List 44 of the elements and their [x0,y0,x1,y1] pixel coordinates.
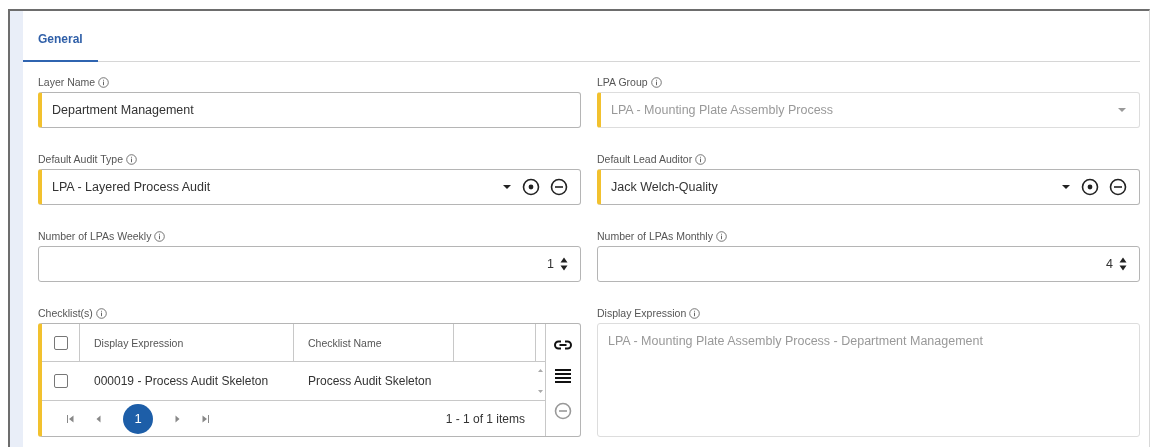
tab[interactable]: General [23,32,98,62]
number-field[interactable]: 1 [38,246,581,282]
info-icon [695,153,707,165]
info-icon [154,230,166,242]
first-page-icon[interactable] [67,414,74,423]
field-label: Display Expression [597,307,687,319]
pager-info: 1 - 1 of 1 items [445,411,525,426]
spinner-icon[interactable] [1119,256,1127,272]
info-icon [95,307,107,319]
field-label: Number of LPAs Monthly [597,230,713,242]
page-button[interactable]: 1 [123,403,153,434]
caret-icon[interactable] [1061,184,1071,190]
minus-circle-icon[interactable] [1109,178,1127,196]
checkbox[interactable] [53,335,68,350]
list-icon[interactable] [555,369,571,383]
text-field[interactable]: Department Management [38,92,581,128]
field-label: LPA Group [597,76,648,88]
dropdown-field[interactable]: LPA - Layered Process Audit [38,169,581,205]
field-label: Default Audit Type [38,153,124,165]
minus-circle-icon[interactable] [550,178,568,196]
link-icon[interactable] [554,339,572,350]
info-icon [715,230,727,242]
target-icon[interactable] [522,178,540,196]
field-label: Number of LPAs Weekly [38,230,152,242]
field-label: Layer Name [38,76,96,88]
dropdown-field[interactable]: Jack Welch-Quality [597,169,1140,205]
info-icon [650,76,662,88]
next-page-icon[interactable] [175,414,180,423]
column-header[interactable]: Display Expression [80,324,294,361]
caret-icon[interactable] [502,184,512,190]
table-cell-text: 000019 - Process Audit Skeleton [93,373,270,390]
target-icon[interactable] [1081,178,1099,196]
column-header[interactable]: Checklist Name [294,324,454,361]
spinner-icon[interactable] [560,256,568,272]
field-label: Checklist(s) [38,307,93,319]
table-cell-text: Process Audit Skeleton [307,373,433,390]
field-label: Default Lead Auditor [597,153,693,165]
checkbox[interactable] [54,374,68,388]
info-icon [689,307,701,319]
info-icon [126,153,138,165]
info-icon [98,76,110,88]
number-field[interactable]: 4 [597,246,1140,282]
previous-page-icon[interactable] [96,414,101,423]
last-page-icon[interactable] [202,414,209,423]
